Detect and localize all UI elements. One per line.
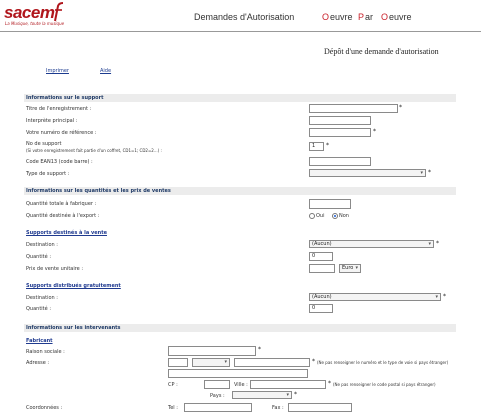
nav-oeuvre-initial: O — [322, 12, 330, 22]
chevron-down-icon: ▾ — [224, 359, 227, 365]
nav-oeuvre2-initial: O — [381, 12, 389, 22]
chevron-down-icon: ▾ — [435, 294, 438, 300]
sale-destination-select[interactable]: (Aucun) ▾ — [309, 240, 434, 248]
required-mark: * — [258, 346, 261, 353]
section-parties: Informations sur les intervenants — [24, 324, 456, 332]
tel-input[interactable] — [184, 403, 252, 412]
required-mark: * — [399, 104, 402, 111]
address-hint: (Ne pas renseigner le numéro et le type … — [317, 360, 449, 365]
sale-quantity-input[interactable]: 0 — [309, 252, 333, 261]
currency-value: Euro — [342, 265, 354, 271]
support-number-hint: (Si votre enregistrement fait partie d'u… — [26, 148, 162, 153]
nav-oeuvre-label: Oeuvre — [330, 12, 353, 22]
required-mark: * — [373, 128, 376, 135]
required-mark: * — [326, 142, 329, 149]
support-type-label: Type de support : — [26, 171, 70, 177]
ean-label: Code EAN13 (code barre) : — [26, 159, 93, 165]
nav-oeuvre[interactable]: Oeuvre — [330, 12, 360, 24]
fax-input[interactable] — [288, 403, 352, 412]
postcode-label: CP : — [168, 382, 178, 388]
required-mark: * — [436, 240, 439, 247]
free-quantity-input[interactable]: 0 — [309, 304, 333, 313]
page-title: Dépôt d'une demande d'autorisation — [324, 47, 439, 56]
artist-label: Interprète principal : — [26, 118, 78, 124]
logo[interactable]: sacem — [4, 3, 55, 23]
export-quantity-label: Quantité destinée à l'export : — [26, 213, 100, 219]
sale-quantity-label: Quantité : — [26, 254, 51, 260]
street-name-input[interactable] — [234, 358, 310, 367]
contact-label: Coordonnées : — [26, 405, 63, 411]
total-quantity-input[interactable] — [309, 199, 351, 209]
postcode-hint: (Ne pas renseigner le code postal si pay… — [333, 382, 436, 387]
required-mark: * — [328, 380, 331, 387]
manufacturer-title: Fabricant — [26, 338, 53, 344]
country-select[interactable]: ▾ — [232, 391, 292, 399]
chevron-down-icon: ▾ — [420, 170, 423, 176]
required-mark: * — [428, 169, 431, 176]
section-quantities: Informations sur les quantités et les pr… — [24, 187, 456, 195]
address-line2-input[interactable] — [168, 369, 308, 378]
free-quantity-label: Quantité : — [26, 306, 51, 312]
sale-destination-label: Destination : — [26, 242, 58, 248]
section-parties-title: Informations sur les intervenants — [26, 325, 121, 331]
support-number-input[interactable]: 1 — [309, 142, 324, 151]
tel-label: Tel : — [168, 405, 178, 411]
required-mark: * — [294, 391, 297, 398]
sale-destination-value: (Aucun) — [312, 241, 332, 247]
company-label: Raison sociale : — [26, 349, 65, 355]
support-number-label: No de support — [26, 141, 62, 147]
reference-input[interactable] — [309, 128, 371, 137]
unit-price-label: Prix de vente unitaire : — [26, 266, 84, 272]
export-yes-radio[interactable] — [309, 213, 315, 219]
export-yes-label: Oui — [316, 213, 325, 219]
title-label: Titre de l'enregistrement : — [26, 106, 92, 112]
section-quantities-title: Informations sur les quantités et les pr… — [26, 188, 171, 194]
street-type-select[interactable]: ▾ — [192, 358, 230, 367]
nav-par-initial: P — [358, 12, 365, 22]
chevron-down-icon: ▾ — [355, 265, 358, 271]
nav-oeuvre-2[interactable]: Oeuvre — [389, 12, 419, 24]
unit-price-input[interactable] — [309, 264, 335, 273]
free-destination-label: Destination : — [26, 295, 58, 301]
street-number-input[interactable] — [168, 358, 188, 367]
required-mark: * — [443, 293, 446, 300]
currency-select[interactable]: Euro ▾ — [339, 264, 361, 273]
export-no-label: Non — [339, 213, 349, 219]
title-input[interactable] — [309, 104, 398, 113]
free-supports-title: Supports distribués gratuitement — [26, 283, 121, 289]
required-mark: * — [312, 358, 315, 365]
reference-label: Votre numéro de référence : — [26, 130, 97, 136]
nav-authorization-requests[interactable]: Demandes d'Autorisation — [194, 12, 294, 22]
sale-supports-title: Supports destinés à la vente — [26, 230, 107, 236]
ean-input[interactable] — [309, 157, 371, 166]
chevron-down-icon: ▾ — [286, 392, 289, 398]
postcode-input[interactable] — [204, 380, 230, 389]
header-divider — [0, 31, 481, 32]
country-label: Pays : — [210, 393, 225, 399]
support-type-select[interactable]: ▾ — [309, 169, 426, 177]
company-input[interactable] — [168, 346, 256, 356]
city-input[interactable] — [250, 380, 326, 389]
city-label: Ville : — [234, 382, 248, 388]
print-link[interactable]: Imprimer — [46, 68, 69, 74]
nav-par[interactable]: Par — [365, 12, 379, 24]
free-destination-select[interactable]: (Aucun) ▾ — [309, 293, 441, 301]
logo-note-icon — [54, 2, 64, 22]
help-link[interactable]: Aide — [100, 68, 111, 74]
section-support: Informations sur le support — [24, 94, 456, 102]
export-no-radio[interactable] — [332, 213, 338, 219]
free-destination-value: (Aucun) — [312, 294, 332, 300]
logo-tagline: La Musique, toute la musique — [5, 21, 65, 26]
chevron-down-icon: ▾ — [428, 241, 431, 247]
artist-input[interactable] — [309, 116, 371, 125]
fax-label: Fax : — [272, 405, 284, 411]
section-support-title: Informations sur le support — [26, 95, 104, 101]
address-label: Adresse : — [26, 360, 50, 366]
total-quantity-label: Quantité totale à fabriquer : — [26, 201, 97, 207]
